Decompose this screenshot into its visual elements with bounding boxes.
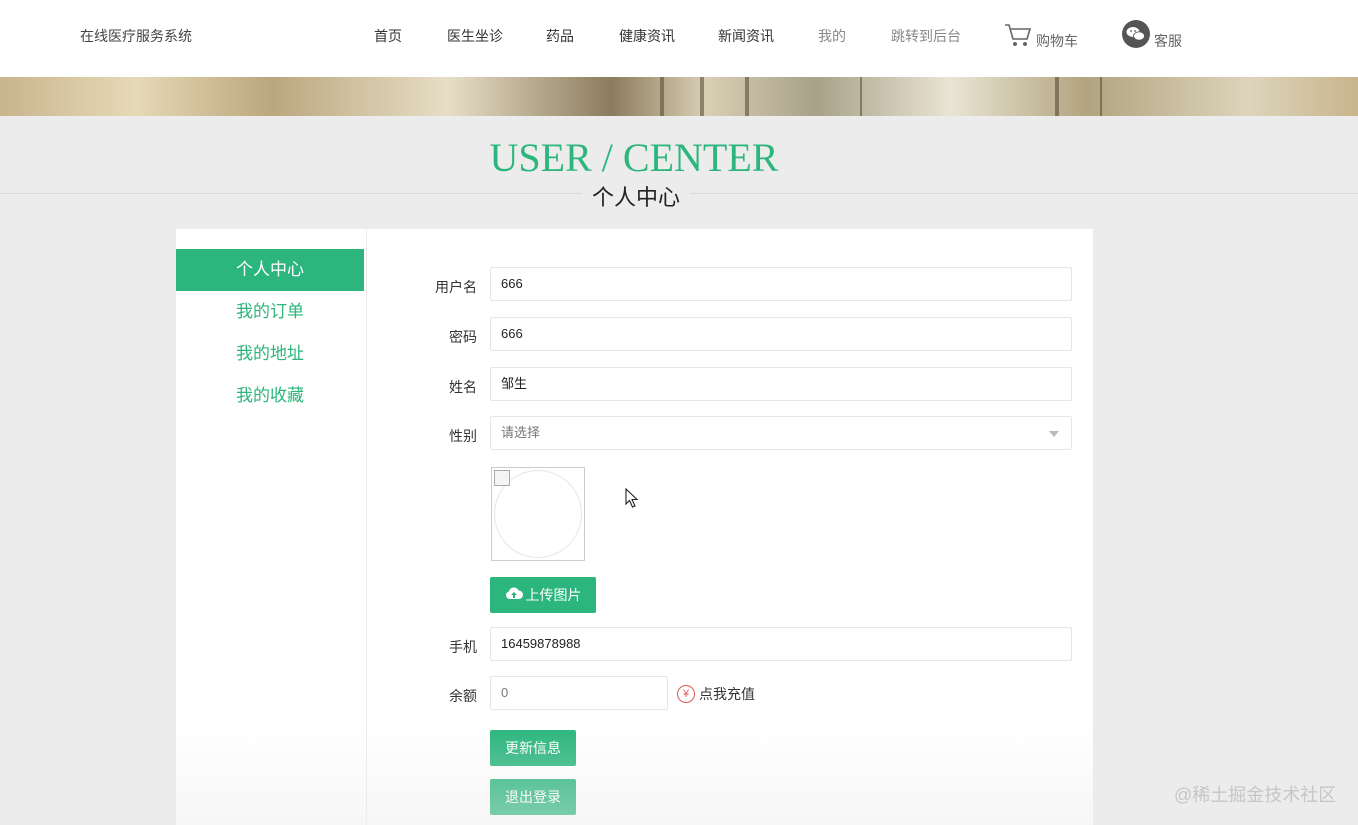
balance-label: 余额	[449, 688, 477, 704]
recharge-link[interactable]: ¥ 点我充值	[677, 684, 755, 704]
gender-label: 性别	[449, 428, 477, 444]
profile-form: 用户名 666 密码 666 姓名 邹生 性别 请选择 上传图片 手机 1645…	[367, 229, 1093, 825]
phone-label: 手机	[449, 639, 477, 655]
sidebar-item-addresses[interactable]: 我的地址	[176, 333, 364, 375]
username-label: 用户名	[435, 279, 477, 295]
service-label: 客服	[1154, 32, 1182, 49]
name-label: 姓名	[449, 379, 477, 395]
watermark: @稀土掘金技术社区	[1174, 785, 1337, 805]
broken-image-icon	[494, 470, 510, 486]
update-info-button[interactable]: 更新信息	[490, 730, 576, 766]
service-link[interactable]: 客服	[1122, 20, 1182, 51]
cloud-upload-icon	[505, 577, 523, 613]
gender-select[interactable]: 请选择	[490, 416, 1072, 450]
nav-mine[interactable]: 我的	[818, 26, 846, 46]
avatar-preview	[491, 467, 585, 561]
sidebar-item-favorites[interactable]: 我的收藏	[176, 375, 364, 417]
cart-link[interactable]: 购物车	[1004, 22, 1078, 51]
top-navbar: 在线医疗服务系统 首页 医生坐诊 药品 健康资讯 新闻资讯 我的 跳转到后台 购…	[0, 0, 1358, 77]
password-label: 密码	[449, 329, 477, 345]
nav-health-info[interactable]: 健康资讯	[619, 26, 675, 46]
name-input[interactable]: 邹生	[490, 367, 1072, 401]
sidebar-item-profile[interactable]: 个人中心	[176, 249, 364, 291]
section-title-zh: 个人中心	[582, 180, 691, 212]
balance-input[interactable]: 0	[490, 676, 668, 710]
chevron-down-icon	[1049, 431, 1059, 437]
upload-image-label: 上传图片	[525, 587, 582, 603]
nav-medicine[interactable]: 药品	[546, 26, 574, 46]
cart-label: 购物车	[1036, 32, 1078, 49]
nav-doctors[interactable]: 医生坐诊	[447, 26, 503, 46]
banner-image	[0, 77, 1358, 116]
nav-admin[interactable]: 跳转到后台	[891, 26, 961, 46]
phone-input[interactable]: 16459878988	[490, 627, 1072, 661]
wechat-icon	[1122, 20, 1150, 51]
nav-home[interactable]: 首页	[374, 26, 402, 46]
mouse-cursor-icon	[625, 487, 639, 513]
section-title-en: USER / CENTER	[489, 135, 779, 180]
site-brand[interactable]: 在线医疗服务系统	[80, 26, 192, 46]
cart-icon	[1004, 22, 1032, 51]
nav-news[interactable]: 新闻资讯	[718, 26, 774, 46]
upload-image-button[interactable]: 上传图片	[490, 577, 596, 613]
yen-icon: ¥	[677, 685, 695, 703]
logout-button[interactable]: 退出登录	[490, 779, 576, 815]
user-sidebar: 个人中心 我的订单 我的地址 我的收藏	[176, 229, 366, 825]
username-input[interactable]: 666	[490, 267, 1072, 301]
recharge-label: 点我充值	[699, 686, 755, 702]
gender-select-placeholder: 请选择	[501, 425, 541, 440]
password-input[interactable]: 666	[490, 317, 1072, 351]
sidebar-item-orders[interactable]: 我的订单	[176, 291, 364, 333]
